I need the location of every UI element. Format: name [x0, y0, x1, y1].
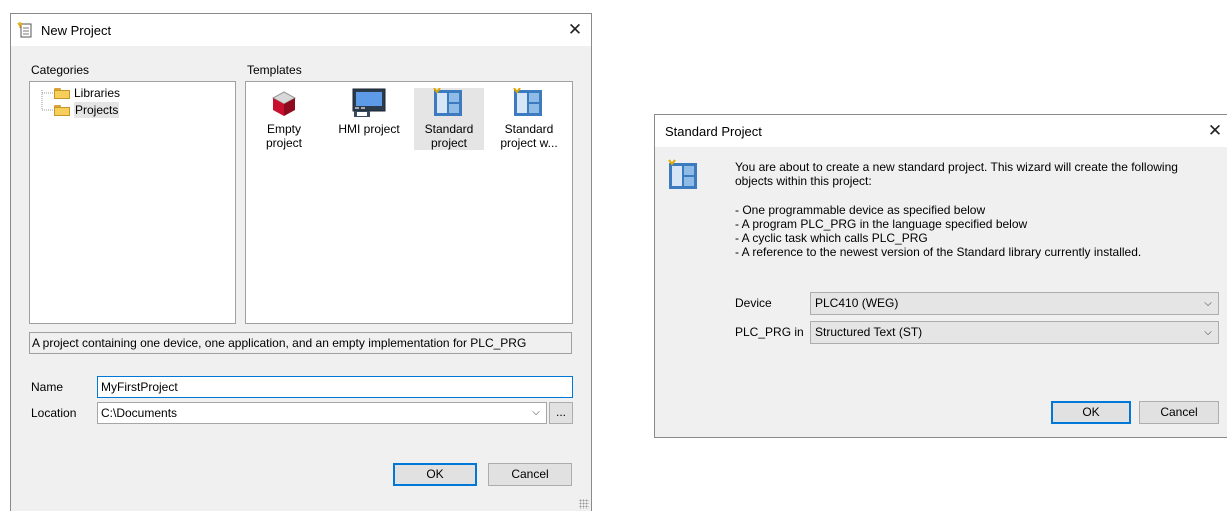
template-label: Standard project w... [500, 122, 558, 150]
tree-item-label: Libraries [74, 86, 121, 100]
template-standard-project[interactable]: Standard project [414, 88, 484, 150]
name-label: Name [31, 380, 64, 394]
list-item: - A program PLC_PRG in the language spec… [735, 217, 1028, 231]
location-combo[interactable]: C:\Documents ⌵ [97, 402, 547, 424]
name-input[interactable]: MyFirstProject [97, 376, 573, 398]
tree-item-libraries[interactable]: Libraries [54, 85, 120, 101]
cube-icon [271, 91, 297, 116]
close-icon[interactable]: ✕ [562, 18, 588, 42]
templates-list[interactable]: Empty project HMI project Standard proje… [245, 81, 573, 324]
template-standard-project-with[interactable]: Standard project w... [494, 88, 564, 150]
browse-button[interactable]: ... [549, 402, 573, 424]
new-project-icon [17, 22, 33, 41]
list-item: - A cyclic task which calls PLC_PRG [735, 231, 928, 245]
location-value: C:\Documents [101, 406, 178, 420]
ok-button[interactable]: OK [1051, 401, 1131, 424]
language-label: PLC_PRG in [735, 325, 804, 339]
device-label: Device [735, 296, 772, 310]
templates-label: Templates [247, 63, 302, 77]
standard-project-icon [433, 88, 462, 116]
folder-icon [54, 104, 70, 116]
chevron-down-icon[interactable]: ⌵ [1201, 293, 1215, 314]
new-project-titlebar[interactable]: New Project ✕ [11, 14, 591, 46]
categories-tree[interactable]: Libraries Projects [29, 81, 236, 324]
chevron-down-icon[interactable]: ⌵ [1201, 322, 1215, 343]
monitor-icon [352, 88, 386, 117]
tree-item-label: Projects [74, 102, 120, 118]
cancel-button[interactable]: Cancel [1139, 401, 1219, 424]
wizard-bullet-list: - One programmable device as specified b… [735, 203, 1141, 259]
template-label: Standard project [424, 122, 474, 150]
new-project-dialog: New Project ✕ Categories Templates Libra… [10, 13, 592, 511]
language-select[interactable]: Structured Text (ST) ⌵ [810, 321, 1219, 344]
standard-project-icon [667, 159, 701, 196]
ok-button[interactable]: OK [393, 463, 477, 486]
categories-label: Categories [31, 63, 90, 77]
wizard-intro: You are about to create a new standard p… [735, 160, 1178, 188]
device-value: PLC410 (WEG) [815, 296, 899, 310]
tree-lines [41, 90, 54, 111]
language-value: Structured Text (ST) [815, 325, 923, 339]
template-hmi-project[interactable]: HMI project [334, 88, 404, 136]
cancel-button[interactable]: Cancel [488, 463, 572, 486]
close-icon[interactable]: ✕ [1202, 119, 1227, 143]
standard-project-title: Standard Project [665, 124, 762, 139]
list-item: - One programmable device as specified b… [735, 203, 986, 217]
location-label: Location [31, 406, 77, 420]
device-select[interactable]: PLC410 (WEG) ⌵ [810, 292, 1219, 315]
standard-project-dialog: Standard Project ✕ You are about to crea… [654, 114, 1227, 438]
template-description: A project containing one device, one app… [29, 332, 572, 354]
resize-grip[interactable] [579, 499, 589, 509]
template-label: HMI project [338, 122, 400, 136]
standard-project-titlebar[interactable]: Standard Project ✕ [655, 115, 1227, 147]
standard-project-icon [513, 88, 542, 116]
folder-icon [54, 87, 70, 99]
template-empty-project[interactable]: Empty project [249, 88, 319, 150]
list-item: - A reference to the newest version of t… [735, 245, 1142, 259]
template-label: Empty project [265, 122, 303, 150]
chevron-down-icon[interactable]: ⌵ [529, 403, 543, 423]
tree-item-projects[interactable]: Projects [54, 102, 120, 118]
new-project-title: New Project [41, 23, 112, 38]
